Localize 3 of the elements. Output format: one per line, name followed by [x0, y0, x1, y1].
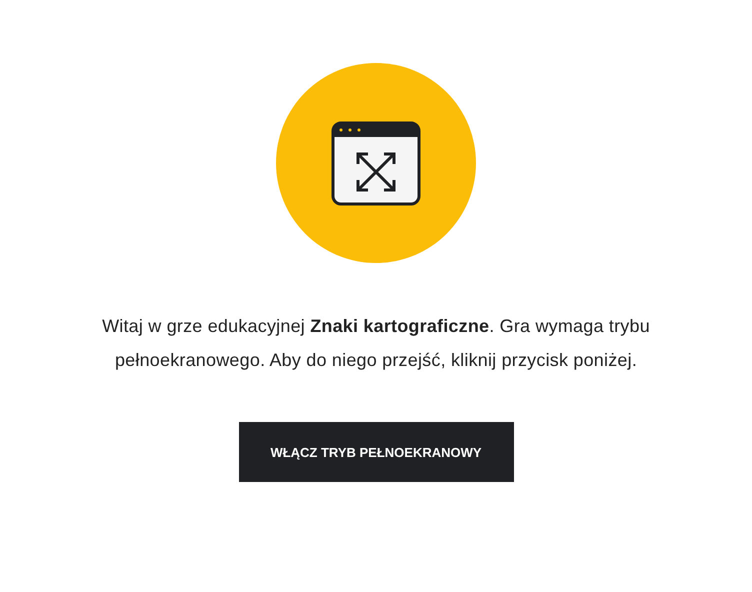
- fullscreen-window-icon: [331, 120, 421, 206]
- welcome-message: Witaj w grze edukacyjnej Znaki kartograficzne. Gra wymaga trybu pełnoekranowego. Aby do niego przejść, kliknij przycisk poniżej.: [101, 315, 651, 372]
- fullscreen-button[interactable]: WŁĄCZ TRYB PEŁNOEKRANOWY: [238, 422, 514, 482]
